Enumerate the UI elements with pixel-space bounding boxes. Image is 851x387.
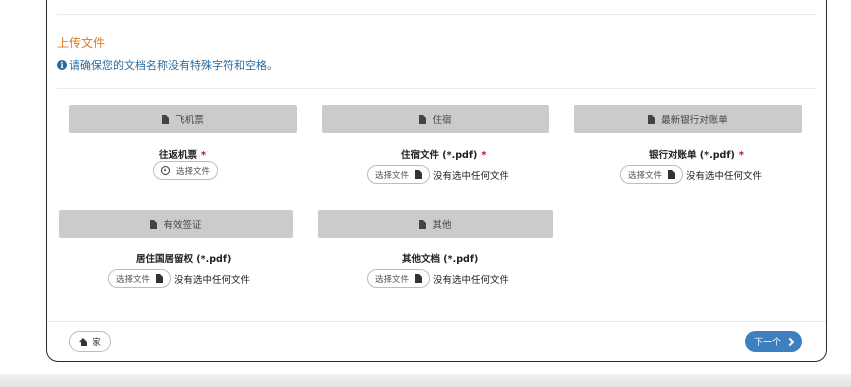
- file-icon: [150, 219, 158, 229]
- choose-file-button-bank[interactable]: 选择文件: [620, 165, 684, 184]
- field-label-flight: 往返机票 *: [159, 147, 206, 161]
- field-label-visa: 居住国居留权 (*.pdf): [136, 251, 231, 265]
- field-label-text: 居住国居留权 (*.pdf): [136, 254, 232, 265]
- file-status: 没有选中任何文件: [433, 170, 510, 182]
- next-button[interactable]: 下一个: [745, 331, 802, 352]
- section-header-visa: 有效签证: [59, 210, 293, 238]
- choose-file-button-accommodation[interactable]: 选择文件: [367, 165, 431, 184]
- file-row-visa: 选择文件 没有选中任何文件: [108, 269, 250, 288]
- field-label-text: 住宿文件 (*.pdf): [401, 150, 478, 161]
- chevron-right-icon: [785, 337, 795, 346]
- choose-file-label: 选择文件: [375, 274, 410, 285]
- file-icon: [648, 114, 656, 124]
- file-status: 没有选中任何文件: [686, 170, 763, 182]
- file-icon: [668, 170, 676, 179]
- upload-button-label: 选择文件: [176, 166, 211, 177]
- field-label-accommodation: 住宿文件 (*.pdf) *: [401, 147, 486, 161]
- section-header-label: 其他: [432, 220, 452, 231]
- home-button[interactable]: 家: [69, 331, 111, 352]
- file-icon: [415, 170, 423, 179]
- file-status: 没有选中任何文件: [433, 274, 510, 286]
- required-mark: *: [201, 150, 206, 161]
- file-row-other: 选择文件 没有选中任何文件: [367, 269, 509, 288]
- file-row-flight: 选择文件: [153, 161, 219, 180]
- field-label-text: 其他文档 (*.pdf): [402, 254, 479, 265]
- field-label-other: 其他文档 (*.pdf): [402, 251, 478, 265]
- home-icon: [79, 337, 88, 346]
- section-header-accommodation: 住宿: [322, 105, 549, 133]
- section-header-label: 住宿: [432, 115, 452, 126]
- footer-divider: [47, 321, 826, 322]
- notice-divider: [57, 88, 816, 89]
- file-row-bank: 选择文件 没有选中任何文件: [620, 165, 762, 184]
- upload-button-flight[interactable]: 选择文件: [153, 161, 219, 180]
- info-icon: i: [57, 60, 67, 70]
- section-header-label: 飞机票: [175, 115, 204, 126]
- file-row-accommodation: 选择文件 没有选中任何文件: [367, 165, 509, 184]
- upload-title: 上传文件: [57, 36, 106, 50]
- upload-card: 上传文件 i 请确保您的文档名称没有特殊字符和空格。 飞机票 往返机票 * 选择文…: [46, 0, 827, 362]
- home-button-label: 家: [92, 337, 101, 348]
- section-header-bank: 最新银行对账单: [574, 105, 802, 133]
- file-icon: [156, 274, 164, 283]
- file-icon: [419, 114, 427, 124]
- file-status: 没有选中任何文件: [174, 274, 251, 286]
- next-button-label: 下一个: [753, 338, 781, 348]
- choose-file-label: 选择文件: [116, 274, 151, 285]
- required-mark: *: [738, 150, 744, 161]
- field-label-text: 往返机票: [159, 150, 198, 161]
- file-icon: [419, 219, 427, 229]
- upload-notice: i 请确保您的文档名称没有特殊字符和空格。: [57, 57, 278, 73]
- file-icon: [415, 274, 423, 283]
- page-bottom-shadow: [0, 374, 851, 387]
- upload-notice-text: 请确保您的文档名称没有特殊字符和空格。: [69, 59, 278, 72]
- choose-file-button-visa[interactable]: 选择文件: [108, 269, 172, 288]
- top-divider: [57, 14, 816, 15]
- required-mark: *: [481, 150, 487, 161]
- section-header-label: 有效签证: [163, 220, 202, 231]
- field-label-bank: 银行对账单 (*.pdf) *: [649, 147, 744, 161]
- choose-file-label: 选择文件: [628, 170, 663, 181]
- choose-file-label: 选择文件: [375, 170, 410, 181]
- upload-icon: [161, 166, 170, 175]
- section-header-label: 最新银行对账单: [661, 115, 728, 126]
- choose-file-button-other[interactable]: 选择文件: [367, 269, 431, 288]
- field-label-text: 银行对账单 (*.pdf): [649, 150, 735, 161]
- file-icon: [162, 114, 170, 124]
- section-header-other: 其他: [318, 210, 553, 238]
- section-header-flight: 飞机票: [69, 105, 297, 133]
